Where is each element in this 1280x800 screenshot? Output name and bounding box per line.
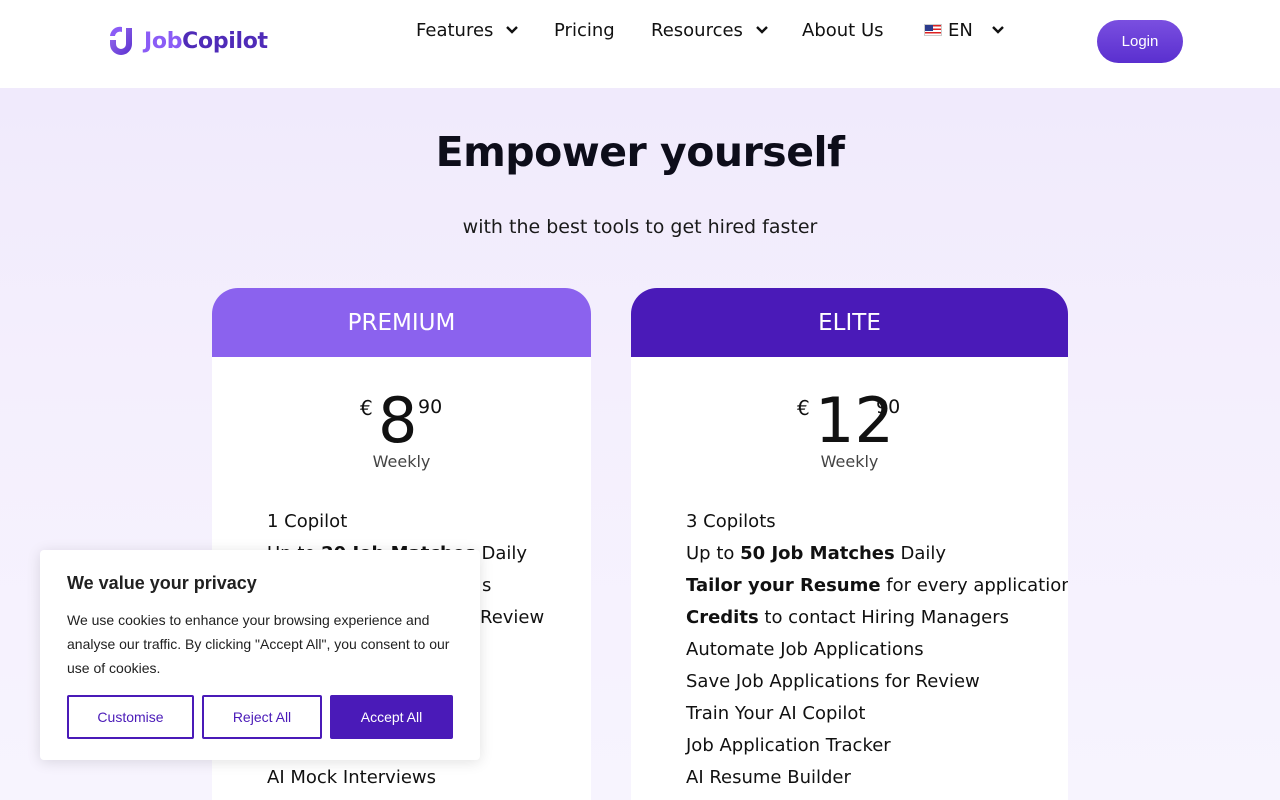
plan-feature: 1 Copilot — [267, 511, 348, 532]
reject-all-button[interactable]: Reject All — [202, 695, 322, 739]
price-cents: 90 — [876, 396, 901, 418]
logo-text-job: Job — [144, 28, 183, 54]
cookie-title: We value your privacy — [67, 573, 257, 593]
plan-feature: Job Application Tracker — [686, 735, 891, 756]
plan-feature: Save Job Applications for Review — [686, 671, 980, 692]
plan-price: € 12 90 Weekly — [631, 388, 1068, 472]
plan-feature: AI Resume Builder — [686, 767, 851, 788]
logo-text: JobCopilot — [144, 29, 268, 54]
plan-feature: Automate Job Applications — [686, 639, 924, 660]
plan-feature: Train Your AI Copilot — [686, 703, 866, 724]
nav-features-label: Features — [416, 19, 494, 41]
price-currency: € — [360, 396, 373, 420]
nav-resources-label: Resources — [651, 19, 743, 41]
plan-feature-list: 3 Copilots Up to 50 Job Matches Daily Ta… — [686, 510, 1068, 798]
plan-feature: Tailor your Resume for every application — [686, 575, 1068, 596]
plan-name: ELITE — [631, 288, 1068, 357]
nav-about-label: About Us — [802, 19, 884, 41]
price-amount: 8 — [378, 384, 418, 457]
plan-feature: 3 Copilots — [686, 511, 776, 532]
plan-feature: Credits to contact Hiring Managers — [686, 607, 1010, 628]
nav-pricing[interactable]: Pricing — [554, 18, 615, 42]
language-selector[interactable]: EN — [924, 18, 1005, 42]
cookie-description: We use cookies to enhance your browsing … — [67, 612, 450, 676]
nav-pricing-label: Pricing — [554, 19, 615, 41]
plan-name: PREMIUM — [212, 288, 591, 357]
price-currency: € — [797, 396, 810, 420]
nav-about-us[interactable]: About Us — [802, 18, 884, 42]
plan-card-elite: ELITE € 12 90 Weekly 3 Copilots Up to 50… — [631, 288, 1068, 800]
chevron-down-icon — [506, 26, 519, 34]
plan-feature: AI Mock Interviews — [267, 767, 437, 788]
login-button[interactable]: Login — [1097, 20, 1183, 63]
page-title: Empower yourself — [435, 128, 845, 176]
price-cents: 90 — [418, 396, 443, 418]
logo-mark-icon — [104, 24, 138, 58]
plan-feature: Up to 50 Job Matches Daily — [686, 543, 947, 564]
accept-all-button[interactable]: Accept All — [330, 695, 453, 739]
customise-button[interactable]: Customise — [67, 695, 194, 739]
language-label: EN — [948, 19, 973, 41]
nav-resources[interactable]: Resources — [651, 18, 769, 42]
chevron-down-icon — [991, 26, 1004, 34]
price-period: Weekly — [820, 452, 879, 471]
us-flag-icon — [924, 24, 942, 36]
nav-features[interactable]: Features — [416, 18, 519, 42]
logo-text-copilot: Copilot — [182, 28, 268, 54]
cookie-consent-dialog: We value your privacy We use cookies to … — [40, 550, 480, 760]
chevron-down-icon — [756, 26, 768, 34]
site-header: JobCopilot Features Pricing Resources Ab… — [0, 0, 1280, 88]
plan-price: € 8 90 Weekly — [212, 384, 591, 472]
page-subtitle: with the best tools to get hired faster — [462, 216, 818, 238]
jobcopilot-logo[interactable]: JobCopilot — [104, 24, 268, 58]
price-period: Weekly — [372, 452, 431, 471]
